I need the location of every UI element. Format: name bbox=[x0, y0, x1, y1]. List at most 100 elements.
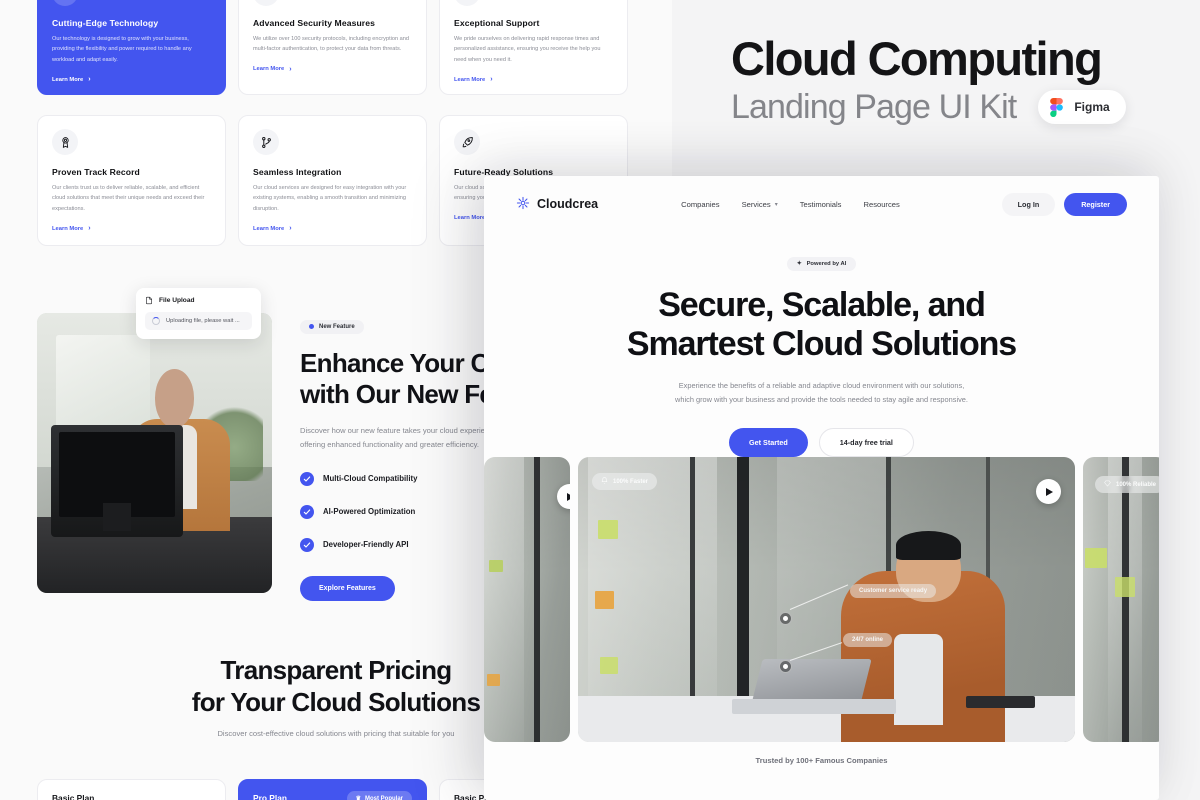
learn-more-link[interactable]: Learn More › bbox=[52, 76, 211, 83]
hero-title-line-2: Smartest Cloud Solutions bbox=[626, 325, 1017, 364]
check-circle-icon bbox=[300, 471, 314, 486]
shield-icon bbox=[253, 0, 279, 6]
register-button[interactable]: Register bbox=[1064, 192, 1127, 216]
check-circle-icon bbox=[300, 537, 314, 552]
status-badge-faster: 100% Faster bbox=[592, 473, 658, 490]
git-branch-icon bbox=[253, 129, 279, 155]
rocket-icon bbox=[454, 129, 480, 155]
medal-icon bbox=[52, 129, 78, 155]
check-circle-icon bbox=[300, 504, 314, 519]
status-badge-reliable: 100% Reliable bbox=[1095, 476, 1159, 493]
feature-card-title: Advanced Security Measures bbox=[253, 18, 376, 28]
headset-icon bbox=[454, 0, 480, 6]
learn-more-label: Learn More bbox=[52, 76, 84, 83]
overlay-landing-page: Cloudcrea Companies Services ▾ Testimoni… bbox=[484, 176, 1159, 800]
learn-more-label: Learn More bbox=[454, 76, 486, 83]
cloudcrea-logo-icon bbox=[516, 196, 530, 213]
screenshot-stage: Cutting-Edge Technology Our technology i… bbox=[0, 0, 1200, 800]
callout-label: Customer service ready bbox=[859, 588, 928, 594]
callout-247-online: 24/7 online bbox=[843, 633, 893, 647]
file-upload-title: File Upload bbox=[159, 297, 195, 304]
pricing-plan-card[interactable]: Basic Plan bbox=[37, 779, 226, 800]
powered-by-ai-badge: ✦ Powered by AI bbox=[786, 257, 857, 271]
get-started-button[interactable]: Get Started bbox=[729, 428, 808, 458]
nav-link-label: Resources bbox=[863, 199, 900, 209]
kit-subtitle: Landing Page UI Kit bbox=[731, 87, 1017, 126]
kit-title-block: Cloud Computing Landing Page UI Kit Figm… bbox=[731, 32, 1126, 127]
feature-card-title: Exceptional Support bbox=[454, 18, 540, 28]
status-badge-reliable-label: 100% Reliable bbox=[1116, 481, 1157, 488]
feature-label: AI-Powered Optimization bbox=[323, 507, 416, 517]
hero-title-line-1: Secure, Scalable, and bbox=[658, 286, 986, 324]
login-button[interactable]: Log In bbox=[1001, 192, 1056, 216]
nav-link-label: Services bbox=[741, 199, 771, 209]
hero-cta-group: Get Started 14-day free trial bbox=[484, 428, 1159, 458]
explore-features-button[interactable]: Explore Features bbox=[300, 575, 395, 601]
feature-label: Developer-Friendly API bbox=[323, 540, 409, 550]
feature-card-title: Proven Track Record bbox=[52, 167, 140, 177]
lightning-icon bbox=[52, 0, 78, 6]
gallery-image-left[interactable] bbox=[484, 457, 570, 742]
feature-card[interactable]: Advanced Security Measures We utilize ov… bbox=[238, 0, 427, 95]
file-upload-status: Uploading file, please wait ... bbox=[166, 318, 240, 324]
page-title: Cloud Computing bbox=[731, 32, 1103, 85]
pricing-plan-card[interactable]: Pro Plan ♛ Most Popular bbox=[238, 779, 427, 800]
callout-label: 24/7 online bbox=[852, 637, 884, 643]
play-icon[interactable] bbox=[1036, 479, 1061, 504]
feature-card[interactable]: Seamless Integration Our cloud services … bbox=[238, 115, 427, 246]
trusted-by-text: Trusted by 100+ Famous Companies bbox=[755, 756, 888, 765]
enhance-section-photo bbox=[37, 313, 272, 593]
chevron-right-icon: › bbox=[289, 225, 292, 233]
nav-link-services[interactable]: Services ▾ bbox=[742, 200, 778, 209]
feature-card-desc: Our cloud services are designed for easy… bbox=[253, 185, 407, 212]
dot-icon bbox=[309, 324, 314, 329]
figma-chip[interactable]: Figma bbox=[1038, 90, 1126, 125]
gallery-image-main[interactable]: 100% Faster Customer service ready 24/7 … bbox=[578, 457, 1075, 742]
nav-link-label: Testimonials bbox=[799, 199, 842, 209]
nav-link-testimonials[interactable]: Testimonials bbox=[800, 200, 842, 209]
feature-card-desc: Our clients trust us to deliver reliable… bbox=[52, 185, 205, 212]
file-icon bbox=[146, 296, 152, 305]
plan-name: Pro Plan bbox=[253, 793, 287, 800]
learn-more-link[interactable]: Learn More › bbox=[454, 76, 613, 83]
figma-icon bbox=[1045, 96, 1068, 119]
nav-links: Companies Services ▾ Testimonials Resour… bbox=[681, 200, 900, 209]
learn-more-label: Learn More bbox=[52, 225, 84, 232]
plan-name: Basic Plan bbox=[52, 793, 95, 800]
crown-icon: ♛ bbox=[355, 796, 361, 800]
learn-more-label: Learn More bbox=[253, 225, 285, 232]
free-trial-button[interactable]: 14-day free trial bbox=[818, 428, 914, 458]
file-upload-status-row: Uploading file, please wait ... bbox=[145, 312, 252, 330]
nav-link-label: Companies bbox=[681, 199, 720, 209]
learn-more-link[interactable]: Learn More › bbox=[253, 225, 412, 232]
gallery-image-right[interactable]: 100% Reliable bbox=[1083, 457, 1159, 742]
hero-subtitle-line-1: Experience the benefits of a reliable an… bbox=[678, 380, 965, 390]
feature-card[interactable]: Exceptional Support We pride ourselves o… bbox=[439, 0, 628, 95]
learn-more-link[interactable]: Learn More › bbox=[52, 225, 211, 232]
bell-icon bbox=[601, 477, 608, 486]
brand-logo[interactable]: Cloudcrea bbox=[516, 196, 598, 213]
chevron-right-icon: › bbox=[88, 225, 91, 233]
feature-card-title: Seamless Integration bbox=[253, 167, 342, 177]
powered-by-ai-label: Powered by AI bbox=[806, 261, 847, 267]
hero-title: Secure, Scalable, and Smartest Cloud Sol… bbox=[484, 286, 1159, 365]
feature-cards-row-1: Cutting-Edge Technology Our technology i… bbox=[37, 0, 628, 95]
brand-name: Cloudcrea bbox=[537, 197, 599, 211]
hero-subtitle: Experience the benefits of a reliable an… bbox=[484, 379, 1159, 406]
feature-card[interactable]: Cutting-Edge Technology Our technology i… bbox=[37, 0, 226, 95]
learn-more-link[interactable]: Learn More › bbox=[253, 66, 412, 73]
callout-customer-service: Customer service ready bbox=[850, 584, 937, 598]
file-upload-card: File Upload Uploading file, please wait … bbox=[136, 288, 261, 339]
feature-card-title: Cutting-Edge Technology bbox=[52, 18, 159, 28]
nav-link-companies[interactable]: Companies bbox=[681, 200, 719, 209]
nav-link-resources[interactable]: Resources bbox=[863, 200, 899, 209]
feature-card-desc: Our technology is designed to grow with … bbox=[52, 36, 192, 63]
new-feature-badge-label: New Feature bbox=[319, 323, 355, 330]
most-popular-label: Most Popular bbox=[364, 795, 403, 800]
chevron-down-icon: ▾ bbox=[774, 201, 778, 208]
diamond-icon bbox=[1104, 480, 1111, 489]
hero-subtitle-line-2: which grow with your business and provid… bbox=[675, 394, 968, 404]
list-item: Multi-Cloud Compatibility bbox=[300, 471, 486, 486]
hero-gallery: 100% Faster Customer service ready 24/7 … bbox=[484, 457, 1159, 747]
feature-card[interactable]: Proven Track Record Our clients trust us… bbox=[37, 115, 226, 246]
